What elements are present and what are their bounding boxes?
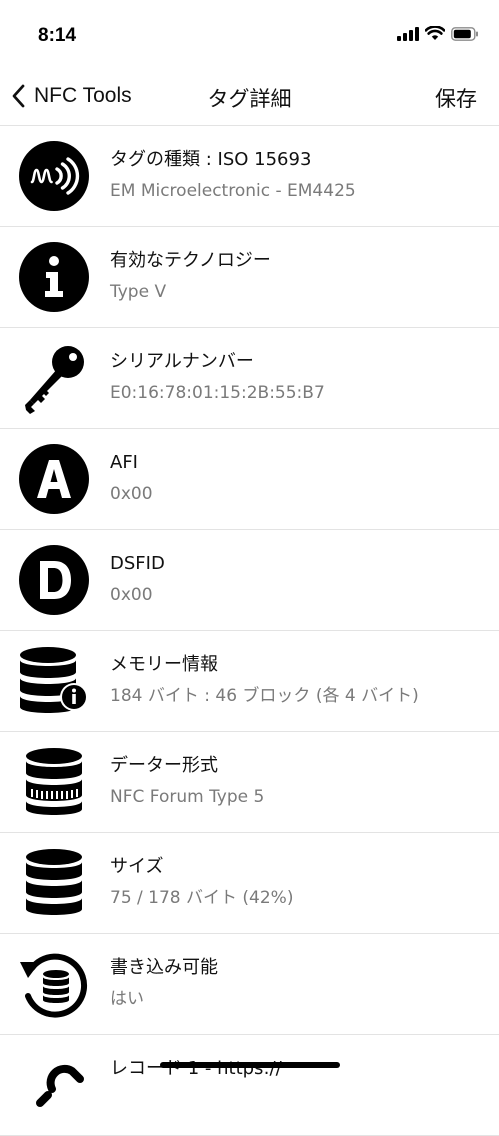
database-format-icon: [26, 748, 82, 815]
row-title: データー形式: [110, 755, 218, 776]
info-icon: [19, 242, 89, 312]
tag-detail-list: タグの種類 : ISO 15693 EM Microelectronic - E…: [0, 126, 499, 1136]
list-item-writable[interactable]: 書き込み可能 はい: [0, 934, 499, 1035]
row-value: NFC Forum Type 5: [110, 787, 265, 807]
list-item-record-1[interactable]: レコード 1 - https://: [0, 1035, 499, 1136]
row-title: レコード 1 - https://: [110, 1058, 282, 1079]
list-item-size[interactable]: サイズ 75 / 178 バイト (42%): [0, 833, 499, 934]
database-refresh-icon: [20, 953, 87, 1018]
database-icon: [26, 849, 82, 915]
cellular-signal-icon: [397, 26, 419, 41]
row-value: E0:16:78:01:15:2B:55:B7: [110, 383, 325, 403]
battery-icon: [451, 26, 478, 41]
row-value: はい: [110, 989, 144, 1009]
row-title: メモリー情報: [110, 654, 218, 675]
page-title: タグ詳細: [207, 87, 292, 111]
row-value: 0x00: [110, 484, 153, 504]
save-button[interactable]: 保存: [435, 83, 477, 113]
navigation-bar: NFC Tools タグ詳細 保存: [0, 70, 499, 126]
letter-a-icon: [19, 444, 89, 514]
list-item-dsfid[interactable]: DSFID 0x00: [0, 530, 499, 631]
list-item-serial-number[interactable]: シリアルナンバー E0:16:78:01:15:2B:55:B7: [0, 328, 499, 429]
list-item-technologies[interactable]: 有効なテクノロジー Type V: [0, 227, 499, 328]
row-value: 184 バイト : 46 ブロック (各 4 バイト): [110, 686, 419, 706]
row-title: シリアルナンバー: [110, 351, 254, 372]
letter-d-icon: [19, 545, 89, 615]
status-icons: [397, 26, 479, 41]
row-title: 書き込み可能: [110, 957, 218, 978]
home-indicator: [160, 1062, 340, 1068]
list-item-tag-type[interactable]: タグの種類 : ISO 15693 EM Microelectronic - E…: [0, 126, 499, 227]
row-value: 0x00: [110, 585, 153, 605]
row-title: AFI: [110, 452, 138, 473]
wifi-icon: [425, 26, 445, 40]
row-title: DSFID: [110, 553, 165, 574]
row-value: 75 / 178 バイト (42%): [110, 888, 294, 908]
row-title: サイズ: [110, 856, 164, 877]
link-icon: [36, 1064, 84, 1107]
row-value: EM Microelectronic - EM4425: [110, 181, 356, 201]
list-item-memory-info[interactable]: メモリー情報 184 バイト : 46 ブロック (各 4 バイト): [0, 631, 499, 732]
key-icon: [25, 346, 84, 414]
row-title: タグの種類 : ISO 15693: [110, 149, 312, 170]
status-time: 8:14: [38, 25, 77, 46]
list-item-afi[interactable]: AFI 0x00: [0, 429, 499, 530]
list-item-data-format[interactable]: データー形式 NFC Forum Type 5: [0, 732, 499, 833]
row-value: Type V: [110, 282, 167, 302]
row-title: 有効なテクノロジー: [110, 250, 271, 271]
nfc-tag-icon: [19, 141, 89, 211]
database-info-icon: [20, 647, 88, 713]
status-bar: 8:14: [0, 0, 499, 60]
